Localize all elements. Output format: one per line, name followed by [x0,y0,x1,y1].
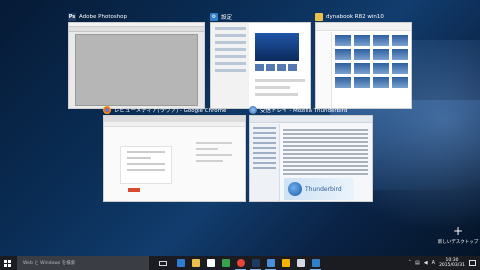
login-card [120,146,172,184]
window-title: dynabook R82 win10 [326,13,384,20]
task-view-window-photoshop[interactable]: Ps Adobe Photoshop [68,11,205,109]
window-thumbnail[interactable] [315,22,412,109]
plus-icon: + [452,224,464,238]
ime-indicator[interactable]: A [432,260,435,266]
gear-icon: ⚙ [210,12,218,21]
window-title: 受信トレイ - Mozilla Thunderbird [260,107,348,114]
drive-icon [281,259,290,267]
green-app-icon [221,259,230,267]
photoshop-icon [251,259,260,267]
thunderbird-brand-text: Thunderbird [305,185,342,193]
taskbar-edge-button[interactable] [173,256,188,270]
store-icon [206,259,215,267]
taskbar-chrome-button[interactable] [233,256,248,270]
volume-icon[interactable]: ◀ [424,260,428,266]
background-preview [255,33,299,61]
folder-icon [191,259,200,267]
window-thumbnail[interactable] [210,22,311,109]
taskbar-photoshop-button[interactable] [248,256,263,270]
window-thumbnail[interactable] [103,115,246,202]
thunderbird-logo [288,182,302,196]
notification-icon[interactable] [469,260,476,266]
pinned-apps [173,256,323,270]
chevron-up-icon[interactable]: ˄ [409,260,412,266]
task-view-button[interactable] [157,256,169,270]
taskbar-thunderbird-button[interactable] [263,256,278,270]
search-placeholder: Web と Windows を検索 [23,261,76,266]
thunderbird-banner: Thunderbird [284,178,354,200]
taskbar-settings-button[interactable] [308,256,323,270]
taskbar-green-app-button[interactable] [218,256,233,270]
chrome-icon [103,105,111,114]
network-icon[interactable]: ▤ [415,260,420,266]
window-title-bar: Ps Adobe Photoshop [68,11,205,22]
task-view-icon [159,260,167,266]
system-tray: ˄ ▤ ◀ A 10:30 2015/03/31 [409,258,480,268]
window-title-bar: dynabook R82 win10 [315,11,412,22]
window-title-bar: レビューメディア(ラヴァ) - Google Chrome [103,104,246,115]
edge-icon [176,259,185,267]
settings-icon [311,259,320,267]
task-view-window-thunderbird[interactable]: 受信トレイ - Mozilla Thunderbird Thunderbird [249,104,373,202]
window-thumbnail[interactable]: Thunderbird [249,115,373,202]
window-title: Adobe Photoshop [79,13,128,20]
folder-icon [315,12,323,21]
taskbar-folder-button[interactable] [188,256,203,270]
canvas-area [75,34,198,106]
new-desktop-button[interactable]: + 新しいデスクトップ [437,224,479,245]
task-view-window-chrome[interactable]: レビューメディア(ラヴァ) - Google Chrome [103,104,246,202]
taskbar-drive-button[interactable] [278,256,293,270]
clock-date: 2015/03/31 [439,263,465,268]
taskbar: Web と Windows を検索 ˄ ▤ ◀ A 10:30 2015/03/… [0,256,480,270]
window-title: レビューメディア(ラヴァ) - Google Chrome [114,107,227,114]
chrome-icon [236,259,245,267]
file-thumbnails [335,35,408,88]
task-view-window-settings[interactable]: ⚙ 設定 [210,11,311,109]
photoshop-icon: Ps [68,12,76,21]
taskbar-store-button[interactable] [203,256,218,270]
new-desktop-label: 新しいデスクトップ [437,240,479,245]
app-icon [296,259,305,267]
start-button[interactable] [0,256,14,270]
window-title-bar: ⚙ 設定 [210,11,311,22]
task-view-window-explorer[interactable]: dynabook R82 win10 [315,11,412,109]
submit-button [128,188,140,192]
thunderbird-icon [249,105,257,114]
thunderbird-icon [266,259,275,267]
taskbar-app-button[interactable] [293,256,308,270]
window-thumbnail[interactable] [68,22,205,109]
clock[interactable]: 10:30 2015/03/31 [439,258,465,268]
message-list [283,127,368,175]
window-title: 設定 [221,14,233,21]
windows-logo-icon [3,259,11,267]
search-box[interactable]: Web と Windows を検索 [17,256,149,270]
window-title-bar: 受信トレイ - Mozilla Thunderbird [249,104,373,115]
